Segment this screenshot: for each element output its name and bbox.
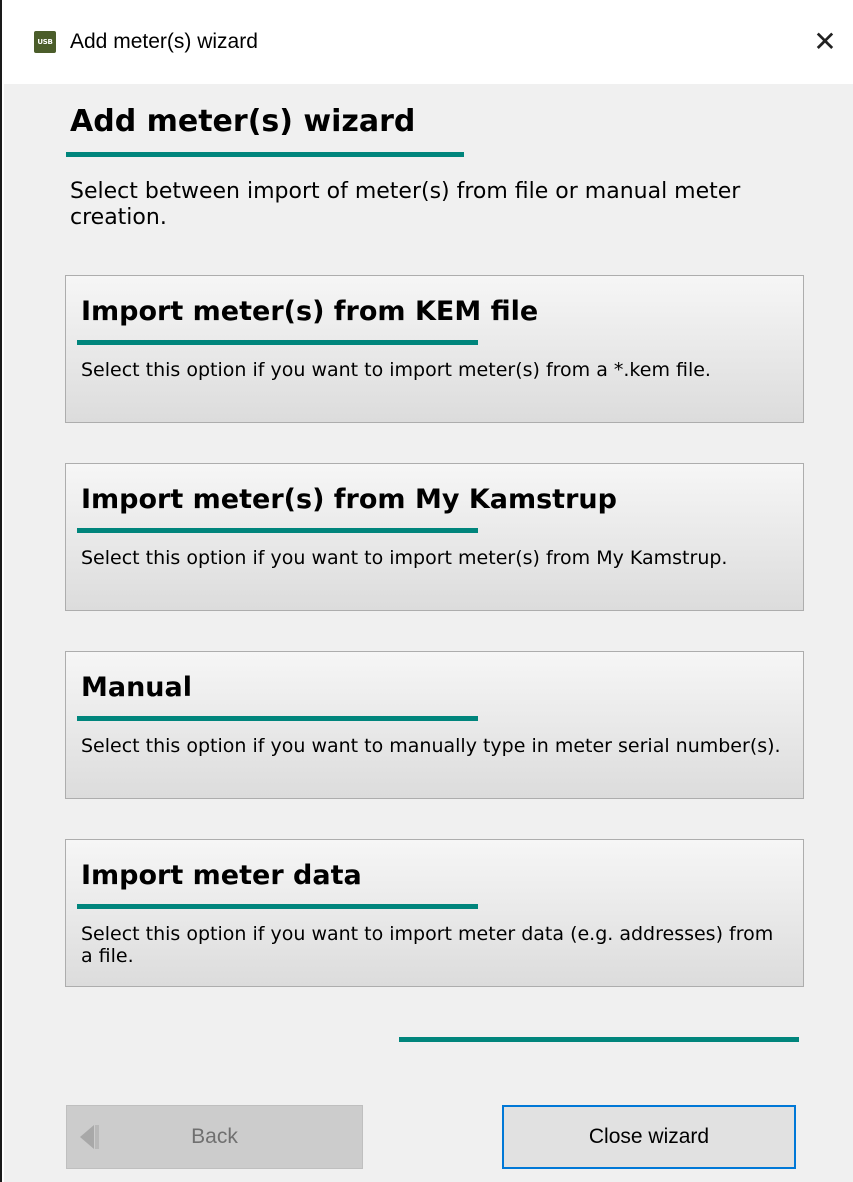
intro-text: Select between import of meter(s) from f…	[70, 179, 741, 230]
option-import-my-kamstrup[interactable]: Import meter(s) from My Kamstrup Select …	[65, 463, 804, 611]
option-underline	[77, 340, 478, 345]
option-import-meter-data[interactable]: Import meter data Select this option if …	[65, 839, 804, 987]
option-manual[interactable]: Manual Select this option if you want to…	[65, 651, 804, 799]
option-underline	[77, 528, 478, 533]
wizard-content: Add meter(s) wizard Select between impor…	[4, 84, 853, 1182]
option-description: Select this option if you want to import…	[81, 359, 711, 381]
footer-divider	[399, 1037, 799, 1042]
app-icon: USB	[34, 31, 56, 53]
option-title: Import meter(s) from KEM file	[81, 296, 539, 327]
option-underline	[77, 904, 478, 909]
title-bar[interactable]: USB Add meter(s) wizard ✕	[4, 0, 853, 84]
back-button-label: Back	[191, 1125, 238, 1148]
close-wizard-button-label: Close wizard	[588, 1125, 710, 1148]
close-wizard-button[interactable]: Close wizard	[502, 1105, 796, 1169]
page-title: Add meter(s) wizard	[70, 104, 416, 139]
window-title: Add meter(s) wizard	[70, 30, 258, 53]
option-description: Select this option if you want to manual…	[81, 735, 781, 757]
option-import-kem-file[interactable]: Import meter(s) from KEM file Select thi…	[65, 275, 804, 423]
back-button[interactable]: Back	[66, 1105, 363, 1169]
heading-underline	[66, 152, 464, 157]
option-underline	[77, 716, 478, 721]
option-description: Select this option if you want to import…	[81, 547, 728, 569]
option-description: Select this option if you want to import…	[81, 923, 774, 967]
option-title: Import meter(s) from My Kamstrup	[81, 484, 617, 515]
option-title: Manual	[81, 672, 193, 703]
option-title: Import meter data	[81, 860, 362, 891]
wizard-window: USB Add meter(s) wizard ✕ Add meter(s) w…	[0, 0, 853, 1182]
close-window-icon[interactable]: ✕	[807, 24, 843, 60]
